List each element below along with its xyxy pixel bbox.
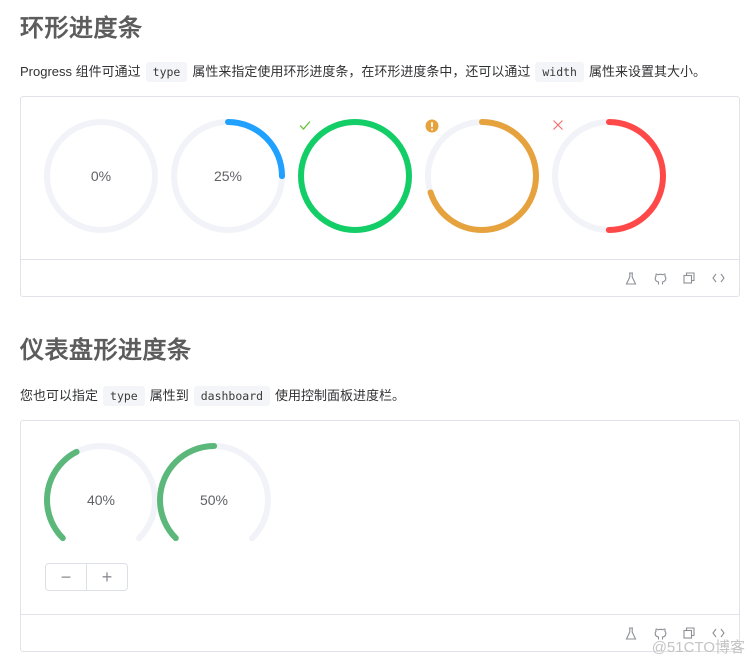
section-desc-dashboard: 您也可以指定 type 属性到 dashboard 使用控制面板进度栏。 (20, 385, 406, 406)
dashboard-progress-50: 50% (157, 443, 271, 557)
increase-button[interactable]: + (86, 564, 127, 590)
dashboard-progress-40: 40% (44, 443, 158, 557)
desc-text: 使用控制面板进度栏。 (275, 388, 406, 403)
watermark: @51CTO博客 (651, 639, 745, 656)
desc-text: 属性来指定使用环形进度条，在环形进度条中，还可以通过 (192, 64, 531, 79)
progress-label: 0% (90, 168, 112, 184)
section-title-dashboard: 仪表盘形进度条 (20, 337, 192, 364)
circle-progress-25: 25% (171, 119, 285, 233)
card-toolbar (21, 614, 739, 651)
progress-label: 25% (213, 168, 243, 184)
inline-code: dashboard (193, 386, 271, 406)
circle-progress-success (298, 119, 412, 233)
inline-code: type (145, 62, 188, 82)
inline-code: type (103, 386, 145, 406)
copy-icon[interactable] (679, 260, 699, 296)
stepper-button-group: − + (45, 563, 128, 591)
github-icon[interactable] (650, 260, 670, 296)
demo-card-dashboard: 40% 50% − + (20, 420, 740, 652)
code-icon[interactable] (708, 260, 728, 296)
playground-icon[interactable] (621, 260, 641, 296)
desc-text: Progress 组件可通过 (20, 64, 141, 79)
inline-code: width (535, 62, 584, 82)
decrease-button[interactable]: − (46, 564, 86, 590)
desc-text: 您也可以指定 (20, 388, 99, 403)
demo-card-circle: 0% 25% (20, 96, 740, 297)
playground-icon[interactable] (621, 615, 641, 651)
section-desc-circle: Progress 组件可通过 type 属性来指定使用环形进度条，在环形进度条中，还… (20, 61, 706, 82)
circle-progress-0: 0% (44, 119, 158, 233)
circle-progress-warning (425, 119, 539, 233)
card-toolbar (21, 259, 739, 296)
desc-text: 属性到 (149, 388, 189, 403)
close-icon (552, 119, 666, 233)
progress-label: 40% (86, 492, 116, 508)
circle-progress-exception (552, 119, 666, 233)
check-icon (298, 119, 412, 233)
warning-icon (425, 119, 539, 233)
section-title-circle: 环形进度条 (20, 15, 143, 42)
progress-label: 50% (199, 492, 229, 508)
desc-text: 属性来设置其大小。 (588, 64, 706, 79)
